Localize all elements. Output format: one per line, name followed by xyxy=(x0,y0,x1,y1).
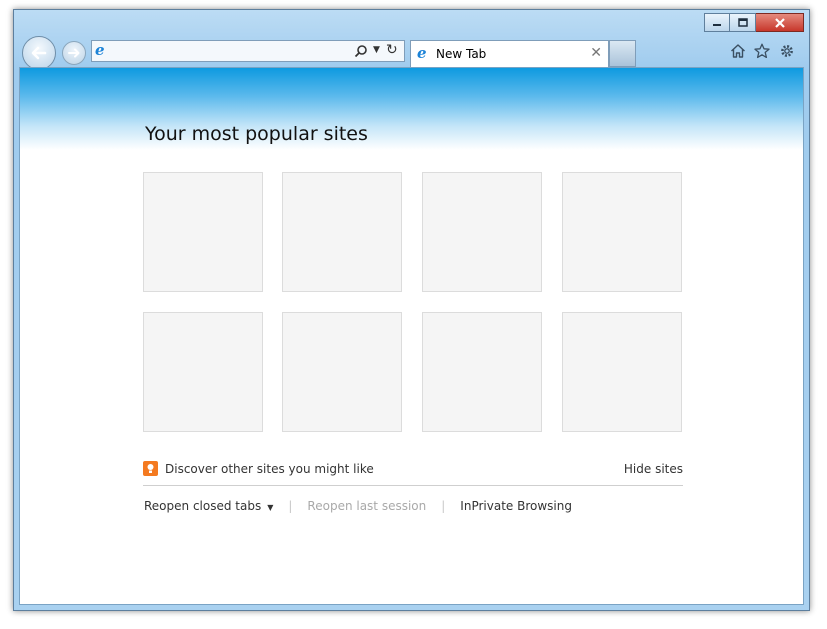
bottom-links: Reopen closed tabs ▼ | Reopen last sessio… xyxy=(144,499,572,513)
reopen-closed-tabs-label: Reopen closed tabs xyxy=(144,499,262,513)
separator: | xyxy=(288,499,293,513)
back-arrow-icon xyxy=(31,46,47,60)
page-title: Your most popular sites xyxy=(145,123,368,145)
back-button[interactable] xyxy=(22,36,56,70)
favorites-button[interactable] xyxy=(753,42,771,60)
address-dropdown[interactable]: ▼ xyxy=(373,45,380,55)
new-tab-button[interactable] xyxy=(609,40,636,67)
inprivate-browsing-link[interactable]: InPrivate Browsing xyxy=(460,499,572,513)
forward-arrow-icon xyxy=(68,48,80,58)
reopen-closed-tabs-link[interactable]: Reopen closed tabs ▼ xyxy=(144,499,273,513)
refresh-button[interactable]: ↻ xyxy=(386,42,398,58)
maximize-button[interactable] xyxy=(730,13,756,32)
search-button[interactable] xyxy=(354,43,368,62)
search-icon xyxy=(354,45,367,58)
site-tile[interactable] xyxy=(282,172,402,292)
chevron-down-icon: ▼ xyxy=(373,45,380,55)
refresh-icon: ↻ xyxy=(386,42,398,58)
site-tile[interactable] xyxy=(422,172,542,292)
gear-icon xyxy=(781,45,793,57)
reopen-last-session-link: Reopen last session xyxy=(307,499,427,513)
separator: | xyxy=(441,499,446,513)
new-tab-page: Your most popular sites Discover other s… xyxy=(19,67,804,605)
home-icon xyxy=(731,44,745,58)
lightbulb-icon xyxy=(143,461,158,476)
close-icon: ✕ xyxy=(590,45,602,61)
site-tile[interactable] xyxy=(422,312,542,432)
address-input[interactable] xyxy=(114,42,344,60)
maximize-icon xyxy=(737,17,748,27)
tab-close-button[interactable]: ✕ xyxy=(590,45,602,61)
tab-title: New Tab xyxy=(436,47,487,61)
minimize-button[interactable] xyxy=(704,13,730,32)
home-button[interactable] xyxy=(729,42,747,60)
tab-new-tab[interactable]: e New Tab ✕ xyxy=(410,40,609,67)
window-controls xyxy=(704,13,804,33)
discover-sites-link[interactable]: Discover other sites you might like xyxy=(165,462,374,476)
forward-button[interactable] xyxy=(62,41,86,65)
tools-button[interactable] xyxy=(778,42,796,60)
star-icon xyxy=(754,43,770,59)
browser-window: e ▼ ↻ e New Tab ✕ Your most popular site… xyxy=(13,9,810,611)
site-tile[interactable] xyxy=(143,172,263,292)
close-icon xyxy=(774,17,785,28)
close-window-button[interactable] xyxy=(756,13,804,32)
address-bar[interactable]: e ▼ ↻ xyxy=(91,40,405,62)
site-tile[interactable] xyxy=(562,312,682,432)
hide-sites-link[interactable]: Hide sites xyxy=(624,462,683,476)
caret-down-icon: ▼ xyxy=(267,503,274,512)
ie-icon: e xyxy=(417,44,427,62)
site-tile[interactable] xyxy=(143,312,263,432)
discover-bar: Discover other sites you might like Hide… xyxy=(143,459,683,486)
site-tile[interactable] xyxy=(562,172,682,292)
minimize-icon xyxy=(713,23,721,26)
ie-icon: e xyxy=(95,41,105,59)
site-tile[interactable] xyxy=(282,312,402,432)
